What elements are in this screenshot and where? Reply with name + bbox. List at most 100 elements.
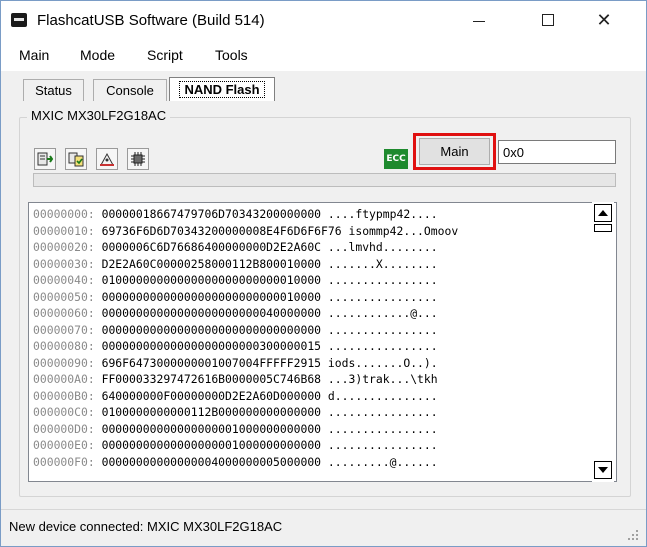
hex-bytes: 00000000000000000000000040000000 bbox=[101, 306, 322, 320]
hex-row[interactable]: 00000010: 69736F6D6D70343200000008E4F6D6… bbox=[33, 224, 458, 239]
tab-status-label: Status bbox=[35, 83, 72, 98]
hex-row[interactable]: 00000040: 010000000000000000000000000100… bbox=[33, 273, 438, 288]
erase-button[interactable] bbox=[96, 148, 118, 170]
hex-row[interactable]: 00000020: 0000006C6D76686400000000D2E2A6… bbox=[33, 240, 438, 255]
hex-address: 00000030: bbox=[33, 256, 95, 271]
ecc-icon[interactable]: ECC bbox=[384, 149, 408, 169]
read-button[interactable] bbox=[34, 148, 56, 170]
address-input[interactable] bbox=[498, 140, 616, 164]
hex-address: 00000050: bbox=[33, 289, 95, 304]
maximize-button[interactable] bbox=[525, 1, 571, 39]
hex-row[interactable]: 00000000: 00000018667479706D703432000000… bbox=[33, 207, 438, 222]
scroll-up-button[interactable] bbox=[594, 204, 612, 222]
main-area-button[interactable]: Main bbox=[419, 138, 490, 165]
hex-scrollbar[interactable] bbox=[592, 202, 614, 482]
menu-mode[interactable]: Mode bbox=[80, 47, 115, 63]
menu-bar: Main Mode Script Tools bbox=[1, 39, 646, 71]
read-icon bbox=[37, 152, 54, 166]
hex-bytes: 00000000000000000000000000010000 bbox=[101, 289, 322, 304]
hex-row[interactable]: 000000E0: 000000000000000000010000000000… bbox=[33, 438, 438, 453]
hex-address: 00000080: bbox=[33, 339, 95, 353]
progress-bar bbox=[33, 173, 616, 187]
hex-address: 00000000: bbox=[33, 207, 95, 221]
hex-editor[interactable]: 00000000: 00000018667479706D703432000000… bbox=[28, 202, 617, 482]
tab-console-label: Console bbox=[106, 83, 154, 98]
hex-address: 00000020: bbox=[33, 240, 95, 254]
title-bar[interactable]: FlashcatUSB Software (Build 514) ✕ bbox=[1, 1, 646, 39]
hex-row[interactable]: 00000090: 696F6473000000001007004FFFFF29… bbox=[33, 356, 438, 371]
tab-nand-flash-label: NAND Flash bbox=[179, 81, 265, 98]
hex-bytes: 00000000000000000001000000000000 bbox=[101, 438, 322, 452]
hex-ascii: ................ bbox=[327, 322, 438, 337]
hex-address: 000000F0: bbox=[33, 454, 95, 469]
hex-row[interactable]: 000000C0: 0100000000000112B0000000000000… bbox=[33, 405, 438, 420]
hex-address: 00000040: bbox=[33, 273, 95, 287]
chip-icon bbox=[131, 152, 145, 166]
hex-address: 000000C0: bbox=[33, 405, 95, 419]
close-icon: ✕ bbox=[596, 9, 612, 31]
tab-status[interactable]: Status bbox=[23, 79, 84, 101]
hex-ascii: ................ bbox=[327, 405, 438, 419]
menu-main[interactable]: Main bbox=[19, 47, 49, 63]
hex-row[interactable]: 00000050: 000000000000000000000000000100… bbox=[33, 290, 438, 305]
hex-row[interactable]: 000000B0: 640000000F00000000D2E2A60D0000… bbox=[33, 389, 438, 404]
arrow-down-icon bbox=[598, 467, 608, 473]
hex-ascii: ................ bbox=[327, 438, 438, 452]
hex-address: 00000070: bbox=[33, 322, 95, 337]
resize-grip-icon[interactable] bbox=[628, 530, 638, 540]
erase-icon bbox=[100, 152, 114, 166]
hex-address: 00000060: bbox=[33, 306, 95, 320]
verify-button[interactable] bbox=[65, 148, 87, 170]
hex-row[interactable]: 00000060: 000000000000000000000000400000… bbox=[33, 306, 438, 321]
menu-script[interactable]: Script bbox=[147, 47, 183, 63]
verify-icon bbox=[68, 152, 84, 167]
minimize-icon bbox=[473, 20, 485, 22]
hex-bytes: 0000006C6D76686400000000D2E2A60C bbox=[101, 240, 322, 254]
device-name-label: MXIC MX30LF2G18AC bbox=[27, 108, 171, 123]
hex-bytes: 69736F6D6D70343200000008E4F6D6F6F76 bbox=[101, 223, 342, 238]
hex-address: 00000010: bbox=[33, 223, 95, 238]
hex-ascii: ................ bbox=[327, 421, 438, 436]
hex-ascii: ................ bbox=[327, 339, 438, 353]
hex-ascii: .........@...... bbox=[327, 454, 438, 469]
hex-ascii: isommp42...Omoov bbox=[348, 223, 459, 238]
window-title: FlashcatUSB Software (Build 514) bbox=[37, 12, 265, 29]
hex-ascii: ................ bbox=[327, 289, 438, 304]
hex-row[interactable]: 000000D0: 000000000000000000010000000000… bbox=[33, 422, 438, 437]
hex-ascii: ....ftypmp42.... bbox=[327, 207, 438, 221]
hex-ascii: ................ bbox=[327, 273, 438, 287]
hex-bytes: 00000000000000000001000000000000 bbox=[101, 421, 322, 436]
scroll-thumb[interactable] bbox=[594, 224, 612, 232]
hex-bytes: 696F6473000000001007004FFFFF2915 bbox=[101, 355, 322, 370]
hex-row[interactable]: 00000030: D2E2A60C00000258000112B8000100… bbox=[33, 257, 438, 272]
tab-console[interactable]: Console bbox=[93, 79, 167, 101]
hex-address: 000000D0: bbox=[33, 421, 95, 436]
hex-ascii: ...lmvhd........ bbox=[327, 240, 438, 254]
hex-bytes: 640000000F00000000D2E2A60D000000 bbox=[101, 388, 322, 403]
hex-bytes: 00000018667479706D70343200000000 bbox=[101, 207, 322, 221]
hex-bytes: 0100000000000112B000000000000000 bbox=[101, 405, 322, 419]
menu-tools[interactable]: Tools bbox=[215, 47, 248, 63]
hex-ascii: d............... bbox=[327, 388, 438, 403]
hex-bytes: FF000033297472616B0000005C746B68 bbox=[101, 372, 322, 386]
hex-bytes: D2E2A60C00000258000112B800010000 bbox=[101, 256, 322, 271]
tab-nand-flash[interactable]: NAND Flash bbox=[169, 77, 275, 101]
hex-bytes: 00000000000000000000000300000015 bbox=[101, 339, 322, 353]
minimize-button[interactable] bbox=[456, 1, 502, 39]
scroll-down-button[interactable] bbox=[594, 461, 612, 479]
chip-button[interactable] bbox=[127, 148, 149, 170]
maximize-icon bbox=[542, 14, 554, 26]
status-text: New device connected: MXIC MX30LF2G18AC bbox=[9, 519, 283, 534]
hex-row[interactable]: 000000A0: FF000033297472616B0000005C746B… bbox=[33, 372, 438, 387]
hex-row[interactable]: 000000F0: 000000000000000040000000050000… bbox=[33, 455, 438, 470]
hex-row[interactable]: 00000070: 000000000000000000000000000000… bbox=[33, 323, 438, 338]
hex-ascii: ...3)trak...\tkh bbox=[327, 372, 438, 386]
hex-row[interactable]: 00000080: 000000000000000000000003000000… bbox=[33, 339, 438, 354]
hex-address: 000000A0: bbox=[33, 372, 95, 386]
hex-address: 000000B0: bbox=[33, 388, 95, 403]
arrow-up-icon bbox=[598, 210, 608, 216]
hex-ascii: .......X........ bbox=[327, 256, 438, 271]
close-button[interactable]: ✕ bbox=[581, 1, 627, 39]
hex-ascii: ............@... bbox=[327, 306, 438, 320]
app-icon bbox=[11, 13, 27, 27]
